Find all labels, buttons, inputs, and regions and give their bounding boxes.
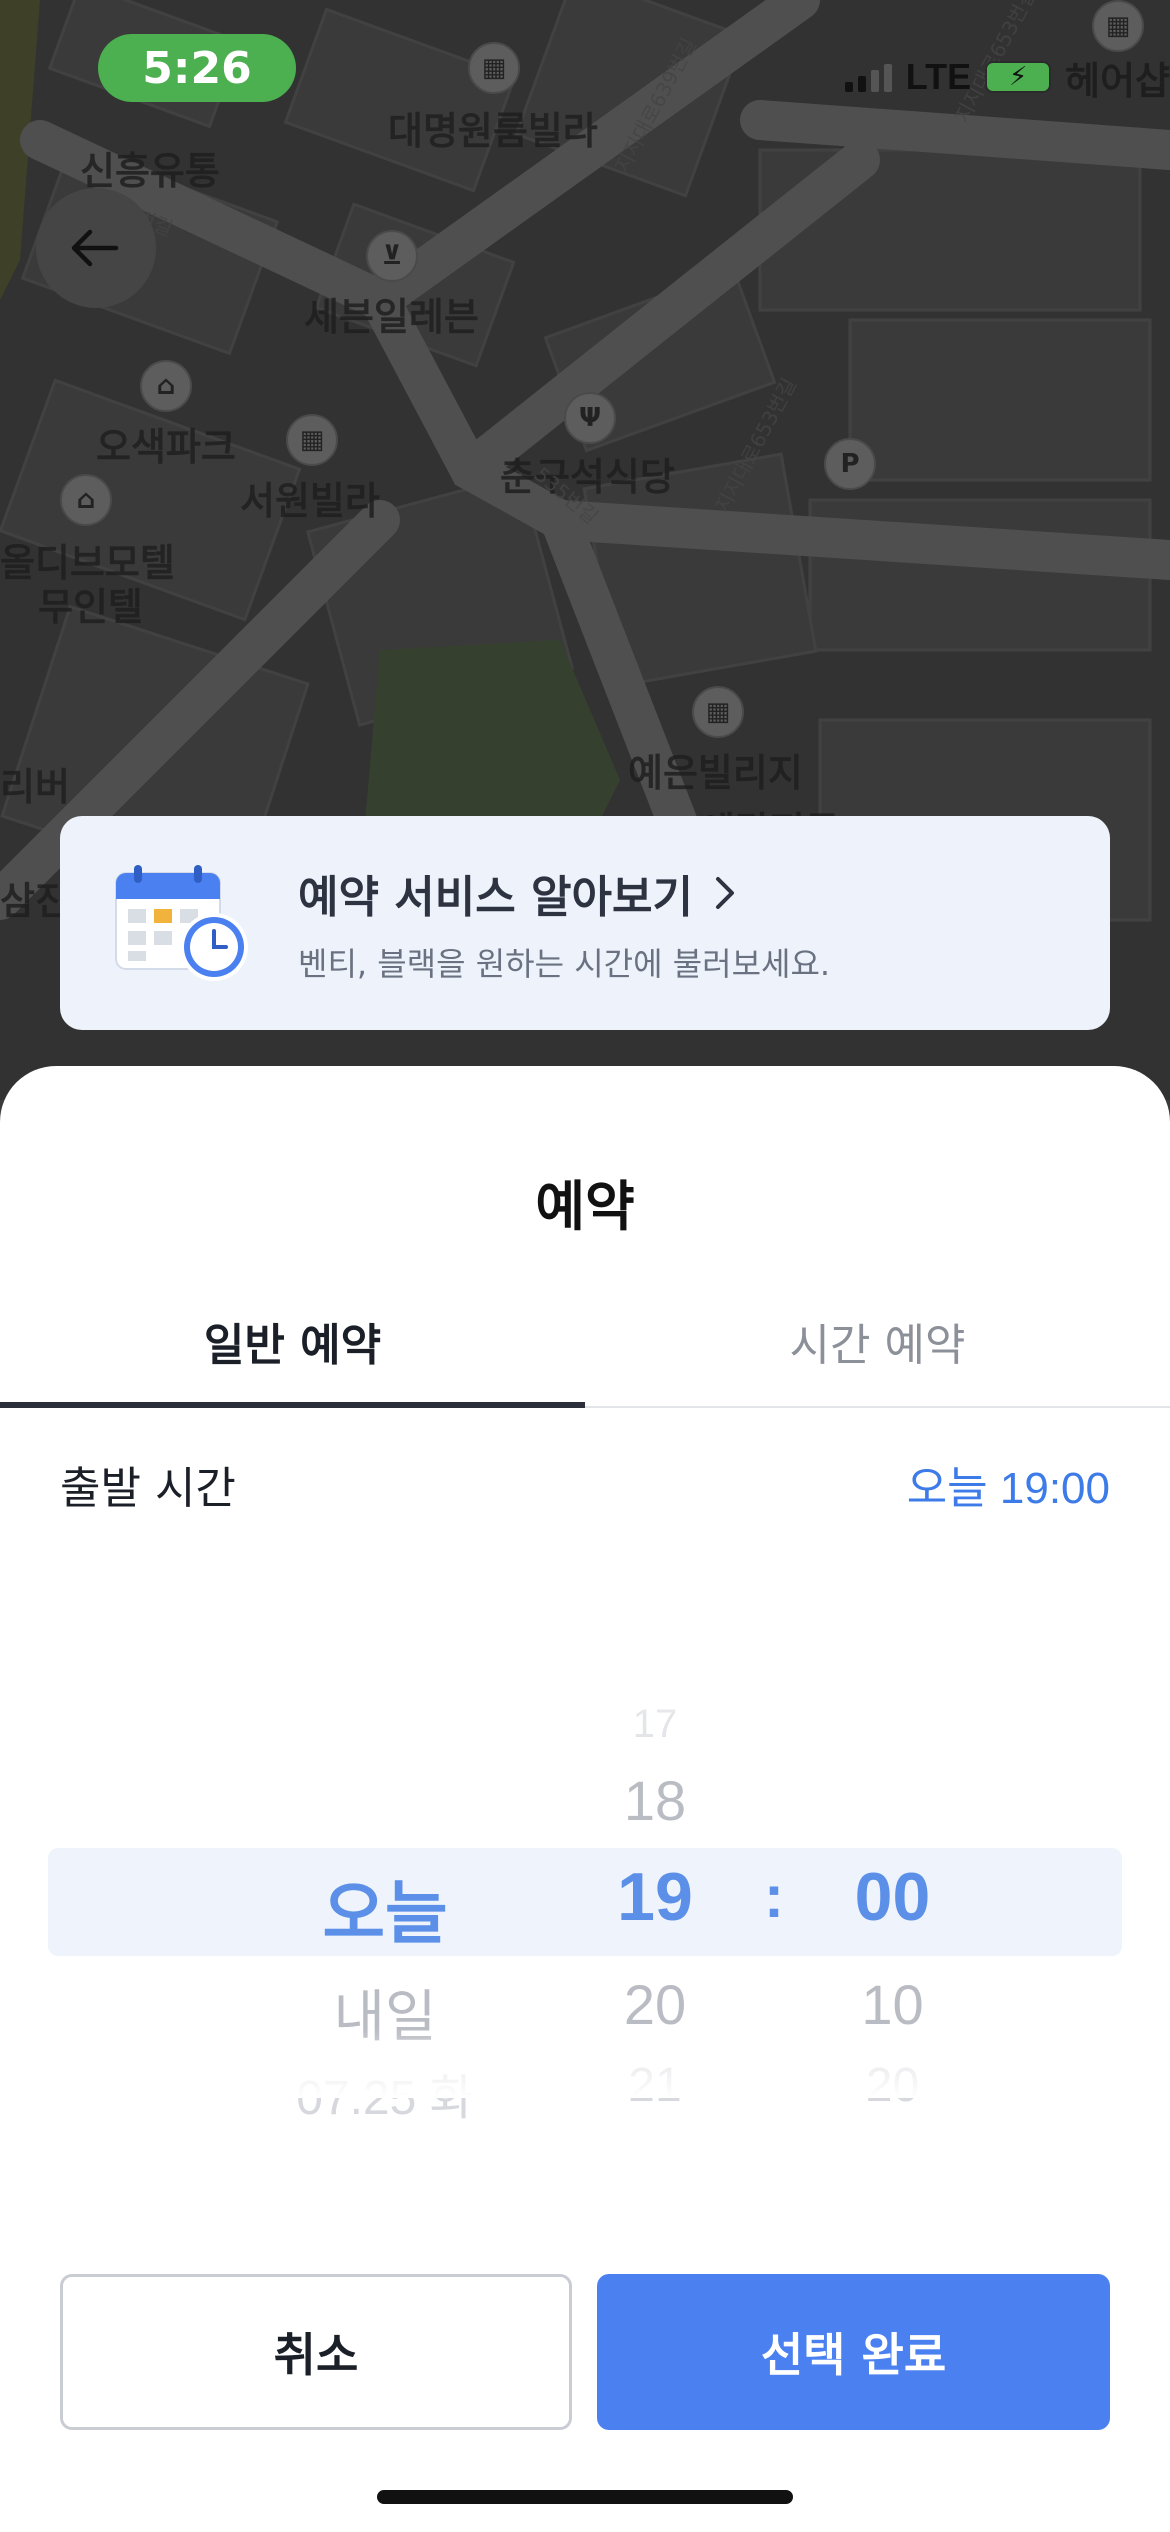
picker-fade — [0, 1676, 1170, 1716]
picker-hour-option[interactable]: 18 — [570, 1768, 740, 1833]
map-place-label: 헤어샵 — [1065, 58, 1170, 103]
reservation-sheet: 예약 일반 예약 시간 예약 출발 시간 오늘 19:00 오늘 내일 07.2… — [0, 1066, 1170, 2532]
departure-time-row: 출발 시간 오늘 19:00 — [60, 1452, 1110, 1516]
calendar-clock-icon — [112, 863, 252, 983]
reservation-promo-banner[interactable]: 예약 서비스 알아보기 벤티, 블랙을 원하는 시간에 불러보세요. — [60, 816, 1110, 1030]
map-place-label: 오색파크 — [96, 425, 236, 469]
map-place-label: 서원빌라 — [240, 479, 380, 523]
tab-time-reservation[interactable]: 시간 예약 — [585, 1276, 1170, 1406]
back-button[interactable] — [36, 188, 156, 308]
confirm-selection-button[interactable]: 선택 완료 — [597, 2274, 1110, 2430]
sheet-title: 예약 — [535, 1175, 635, 1238]
time-picker[interactable]: 오늘 내일 07.25 화 17 18 19 20 21 : 00 10 20 — [0, 1626, 1170, 2146]
building-icon[interactable]: ▦ — [468, 42, 520, 94]
arrow-left-icon — [71, 229, 119, 267]
promo-subtitle: 벤티, 블랙을 원하는 시간에 불러보세요. — [298, 945, 831, 983]
signal-icon — [844, 62, 892, 92]
building-icon[interactable]: ▦ — [692, 686, 744, 738]
picker-day-selected[interactable]: 오늘 — [255, 1858, 515, 1957]
building-icon[interactable]: ▦ — [286, 414, 338, 466]
bed-icon[interactable]: ⌂ — [140, 360, 192, 412]
cancel-button[interactable]: 취소 — [60, 2274, 572, 2430]
map-place-label: 예은빌리지 — [628, 751, 803, 795]
picker-time-separator: : — [764, 1863, 784, 1930]
map-place-label: 리버 — [0, 765, 70, 809]
reservation-tabs: 일반 예약 시간 예약 — [0, 1276, 1170, 1408]
bed-icon[interactable]: ⌂ — [60, 474, 112, 526]
map-place-label: 무인텔 — [38, 585, 143, 629]
restaurant-icon[interactable]: Ψ — [564, 392, 616, 444]
departure-time-label: 출발 시간 — [60, 1463, 236, 1514]
promo-title: 예약 서비스 알아보기 — [298, 872, 693, 923]
picker-hour-selected[interactable]: 19 — [570, 1858, 740, 1936]
parking-icon[interactable]: P — [824, 438, 876, 490]
home-indicator[interactable] — [377, 2490, 793, 2504]
chevron-right-icon — [715, 877, 734, 909]
map-place-label: 세븐일레븐 — [304, 295, 479, 339]
picker-minute-selected[interactable]: 00 — [800, 1858, 985, 1936]
map-place-label: 신흥유통 — [80, 149, 220, 193]
tab-general-reservation[interactable]: 일반 예약 — [0, 1276, 585, 1408]
departure-time-value: 오늘 19:00 — [906, 1464, 1110, 1513]
map-place-label: 대명원룸빌라 — [388, 109, 598, 153]
battery-icon: ⚡ — [985, 61, 1052, 93]
status-time: 5:26 — [98, 34, 296, 102]
building-icon[interactable]: ▦ — [1092, 0, 1144, 52]
cart-icon[interactable]: ⊻ — [366, 230, 418, 282]
status-indicators: LTE ⚡ 헤어샵 — [844, 52, 1170, 103]
picker-fade — [0, 2028, 1170, 2098]
network-type: LTE — [905, 56, 972, 97]
